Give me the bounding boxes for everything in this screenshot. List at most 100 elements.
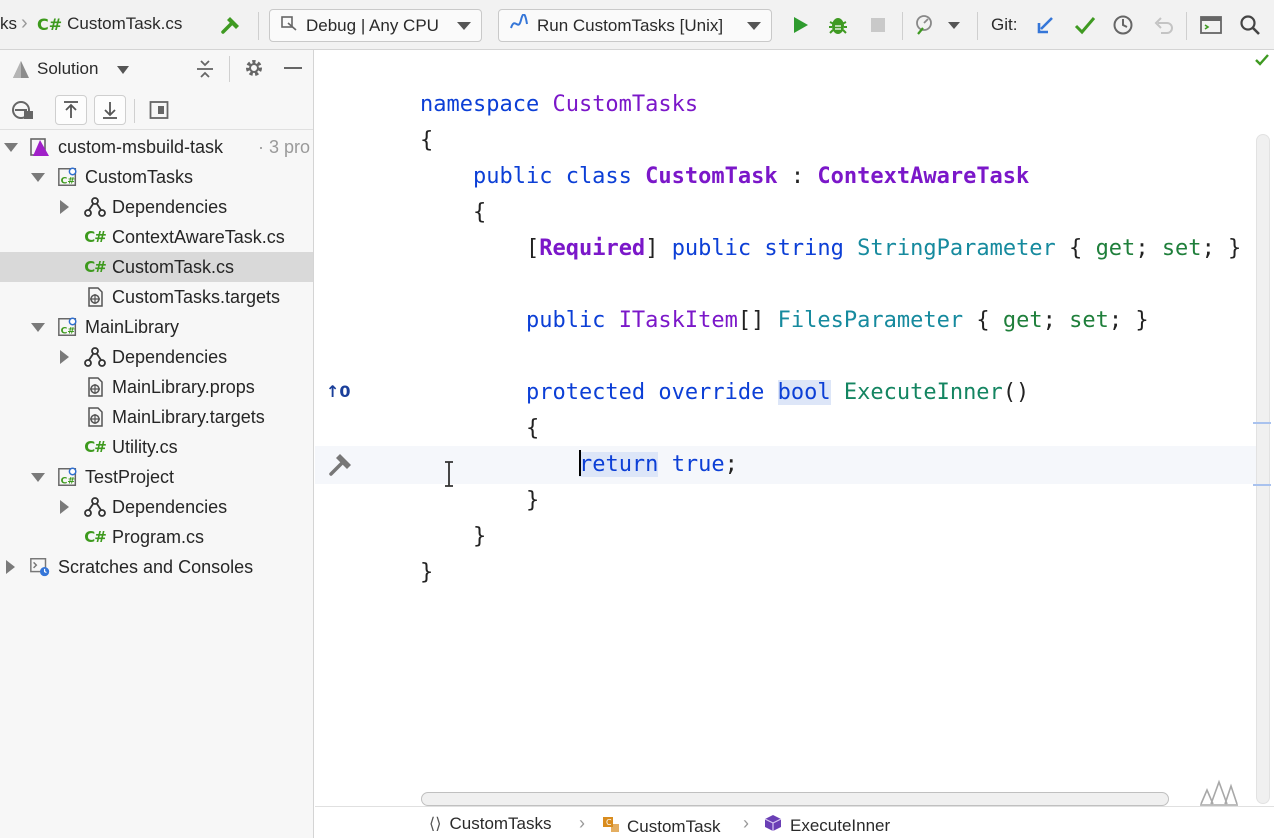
tree-item[interactable]: C# TestProject [0,462,313,492]
text-caret [578,450,581,476]
class-icon: C [601,814,621,838]
code-line[interactable]: } [420,555,433,591]
hammer-icon[interactable] [219,13,243,37]
expand-arrow-down-icon[interactable] [31,173,45,182]
scroll-from-source-icon[interactable] [55,95,87,125]
breadcrumb-class[interactable]: C CustomTask [601,814,721,838]
main-toolbar: ks › C# CustomTask.cs Debug | Any CPU Ru… [0,0,1274,50]
tree-item[interactable]: Scratches and Consoles [0,552,313,582]
tree-item-label: Dependencies [112,496,228,517]
code-token: } [420,488,540,513]
code-token: StringParameter [857,236,1056,261]
code-line[interactable]: { [420,123,433,159]
expand-arrow-right-icon[interactable] [60,200,69,214]
code-token: get [1095,236,1136,261]
code-line[interactable]: } [420,483,539,519]
code-token: FilesParameter [777,308,964,333]
analysis-ok-icon[interactable] [1254,52,1270,73]
search-icon[interactable] [1238,13,1262,37]
breadcrumb-method[interactable]: ExecuteInner [764,814,890,837]
code-line[interactable]: } [420,519,486,555]
terminal-icon[interactable] [1199,13,1223,37]
tree-item[interactable]: C# Utility.cs [0,432,313,462]
tree-item-label: Program.cs [112,526,205,547]
code-editor[interactable]: namespace CustomTasks { public class Cust… [315,50,1274,806]
breadcrumb-namespace[interactable]: ⟨⟩ CustomTasks [429,814,552,834]
tree-item[interactable]: Dependencies [0,192,313,222]
code-token: ; } [1108,308,1149,333]
profiler-icon[interactable] [914,13,938,37]
code-token: ITaskItem [618,308,738,333]
tree-item-label: Dependencies [112,346,228,367]
collapse-all-icon[interactable] [194,58,216,85]
code-line[interactable]: return true; [420,447,738,483]
tree-item-label: MainLibrary [85,316,180,337]
expand-arrow-down-icon[interactable] [31,473,45,482]
code-line[interactable]: namespace CustomTasks [420,87,698,123]
solution-view-title[interactable]: Solution [37,59,98,79]
tree-item[interactable]: C# MainLibrary [0,312,313,342]
build-config-select[interactable]: Debug | Any CPU [269,9,482,42]
tree-item[interactable]: CustomTasks.targets [0,282,313,312]
gear-icon[interactable] [243,57,265,84]
toolbar-divider [977,12,978,40]
code-line[interactable]: public class CustomTask : ContextAwareTa… [420,159,1029,195]
breadcrumb-method-label: ExecuteInner [790,815,891,835]
tree-item[interactable]: C# ContextAwareTask.cs [0,222,313,252]
tree-item[interactable]: MainLibrary.props [0,372,313,402]
csharp-file-icon: C# [84,258,107,276]
tree-item[interactable]: Dependencies [0,492,313,522]
code-line[interactable]: { [420,411,539,447]
code-token: { [420,416,540,441]
horizontal-scrollbar[interactable] [421,792,1169,806]
git-update-icon[interactable] [1034,13,1058,37]
expand-arrow-right-icon[interactable] [60,500,69,514]
toolbar-divider [258,12,259,40]
code-token: { [420,200,487,225]
tree-item-label: custom-msbuild-task [58,136,224,157]
expand-arrow-right-icon[interactable] [6,560,15,574]
scroll-marker [1253,422,1271,424]
git-history-icon[interactable] [1111,13,1135,37]
tree-item[interactable]: MainLibrary.targets [0,402,313,432]
code-line[interactable]: [Required] public string StringParameter… [420,231,1241,267]
tree-item[interactable]: Dependencies [0,342,313,372]
breadcrumb-previous[interactable]: ks [0,14,17,34]
run-icon[interactable] [788,13,812,37]
expand-arrow-right-icon[interactable] [60,350,69,364]
solution-explorer: Solution custom-msbuild-task · 3 pro C# Cus… [0,50,314,838]
expand-arrow-down-icon[interactable] [4,143,18,152]
expand-arrow-down-icon[interactable] [31,323,45,332]
breadcrumb-class-label: CustomTask [627,816,721,836]
code-token: ; } [1201,236,1242,261]
csharp-file-icon: C# [84,528,107,546]
git-rollback-icon[interactable] [1151,13,1175,37]
code-line[interactable]: public ITaskItem[] FilesParameter { get;… [420,303,1149,339]
code-line[interactable]: protected override bool ExecuteInner() [420,375,1029,411]
scroll-to-source-icon[interactable] [94,95,126,125]
code-token: ] [645,236,672,261]
tree-item[interactable]: C# CustomTasks [0,162,313,192]
show-all-files-icon[interactable] [10,99,36,126]
tree-item[interactable]: C# CustomTask.cs [0,252,313,282]
tree-item[interactable]: C# Program.cs [0,522,313,552]
code-token: [ [420,236,540,261]
code-line[interactable]: { [420,195,486,231]
run-config-select[interactable]: Run CustomTasks [Unix] [498,9,772,42]
breadcrumb-current-file[interactable]: C# CustomTask.cs [37,14,182,34]
override-gutter-marker[interactable]: ↑0 [326,382,351,401]
chevron-down-icon[interactable] [117,66,129,74]
minimize-icon[interactable] [284,67,302,69]
preview-icon[interactable] [149,100,169,125]
hammer-icon[interactable] [327,450,355,482]
tree-item[interactable]: custom-msbuild-task · 3 pro [0,132,313,162]
header-divider [229,56,230,82]
method-icon [764,814,782,837]
git-commit-icon[interactable] [1073,13,1097,37]
vertical-scrollbar[interactable] [1256,134,1270,804]
debug-icon[interactable] [826,13,850,37]
stop-icon[interactable] [866,13,890,37]
chevron-down-icon[interactable] [944,13,964,37]
code-token: namespace [420,92,553,117]
